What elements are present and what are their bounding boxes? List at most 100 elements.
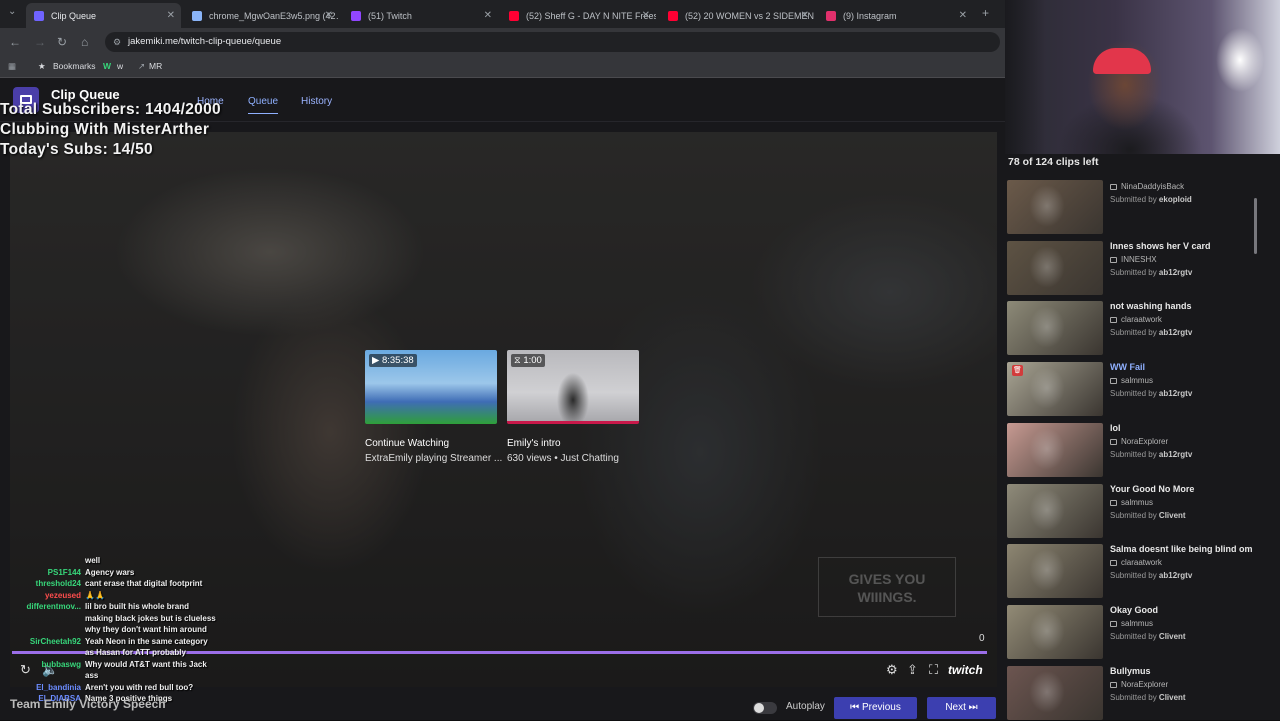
bookmark-mr[interactable]: MR [149,61,162,71]
bookmark-w[interactable]: w [117,61,123,71]
clip-title: lol [1110,422,1121,433]
queue-clip[interactable]: Salma doesnt like being blind om claraatw… [1007,544,1277,599]
home-icon[interactable]: ⌂ [81,35,88,49]
stream-overlay-stats: Total Subscribers: 1404/2000 Clubbing Wi… [0,100,221,160]
nav-history[interactable]: History [301,96,332,107]
overlay-total-subs: Total Subscribers: 1404/2000 [0,101,221,118]
next-button[interactable]: Next ⏭ [927,697,996,719]
clip-thumbnail [1007,240,1103,295]
chat-message: yezeused 🙏🙏 [2,590,217,602]
channel-icon [1110,560,1117,567]
twitch-favicon-icon [351,10,361,21]
clip-title: Innes shows her V card [1110,240,1211,251]
clip-thumbnail [1007,422,1103,477]
clip-thumbnail [1007,544,1103,599]
queue-clip[interactable]: NinaDaddyisBack Submitted by ekoploid [1007,180,1277,235]
chat-username[interactable]: SirCheetah92 [2,636,85,659]
webcam-feed [1005,0,1280,154]
player-time: 0 [979,633,985,644]
reload-icon[interactable]: ↻ [57,35,67,49]
queue-clip[interactable]: Okay Good salmmus Submitted by Clivent [1007,604,1277,660]
chat-username[interactable] [2,555,85,567]
clip-submitter: Submitted by Clivent [1110,631,1186,641]
queue-clip[interactable]: lol NoraExplorer Submitted by ab12rgtv [1007,422,1277,478]
chat-text: Agency wars [85,567,135,577]
previous-button[interactable]: ⏮ Previous [834,697,917,719]
autoplay-label: Autoplay [786,701,825,712]
close-tab-icon[interactable]: ✕ [959,10,967,21]
suggestion-continue-watching[interactable]: ▶ 8:35:38 Continue Watching ExtraEmily p… [365,350,502,464]
forward-icon[interactable]: → [34,35,46,49]
queue-clip[interactable]: 🗑 WW Fail salmmus Submitted by ab12rgtv [1007,362,1277,417]
chat-message: SirCheetah92 Yeah Neon in the same catego… [2,636,217,659]
clip-submitter: Submitted by ab12rgtv [1110,449,1193,459]
channel-icon [1110,620,1117,627]
clip-channel: claraatwork [1110,315,1162,324]
new-tab-icon[interactable]: + [982,6,989,20]
tab-clip-queue[interactable]: Clip Queue ✕ [26,3,181,28]
site-info-icon[interactable]: ⚙ [113,32,121,52]
back-icon[interactable]: ← [9,35,21,49]
tab-chrome-png[interactable]: chrome_MgwOanE3w5.png (42… ✕ [184,3,339,28]
chat-username[interactable]: El_bandinia [2,682,85,694]
instagram-favicon-icon [826,10,836,21]
tab-youtube-sidemen[interactable]: (52) 20 WOMEN vs 2 SIDEMEN… ✕ [660,3,815,28]
queue-clip[interactable]: Your Good No More salmmus Submitted by Cli… [1007,483,1277,539]
channel-icon [1110,438,1117,445]
close-tab-icon[interactable]: ✕ [801,10,809,21]
queue-clip[interactable]: Bullymus NoraExplorer Submitted by Clivent [1007,665,1277,721]
close-tab-icon[interactable]: ✕ [325,10,333,21]
clip-submitter: Submitted by ab12rgtv [1110,571,1193,581]
queue-clip[interactable]: Innes shows her V card INNESHX Submitted b… [1007,240,1277,296]
chat-username[interactable]: PS1F144 [2,567,85,579]
channel-icon [1110,499,1117,506]
chat-message: threshold24 cant erase that digital footp… [2,578,217,590]
tab-label: (9) Instagram [843,10,897,21]
tab-twitch[interactable]: (51) Twitch ✕ [343,3,498,28]
url-input[interactable]: ⚙ jakemiki.me/twitch-clip-queue/queue [105,32,1000,52]
bookmark-w-icon: W [103,61,112,71]
apps-grid-icon[interactable]: ▦ [8,61,16,72]
chat-username[interactable]: differentmov... [2,601,85,636]
suggestion-subtitle: 630 views • Just Chatting [507,453,619,464]
team-banner: Team Emily Victory Speech [10,697,166,711]
suggestion-duration: ⧖ 1:00 [511,354,545,367]
suggestion-title: Emily's intro [507,438,561,449]
tab-instagram[interactable]: (9) Instagram ✕ [818,3,973,28]
clip-thumbnail [1007,604,1103,659]
clip-submitter: Submitted by ab12rgtv [1110,389,1193,399]
close-tab-icon[interactable]: ✕ [167,10,175,21]
chat-username[interactable]: threshold24 [2,578,85,590]
watermark-line2: WIIINGS. [857,589,917,605]
chat-username[interactable]: bubbaswg [2,659,85,682]
autoplay-toggle[interactable] [753,702,777,714]
clip-channel: claraatwork [1110,558,1162,567]
channel-icon [1110,317,1117,324]
clip-channel: INNESHX [1110,255,1157,264]
close-tab-icon[interactable]: ✕ [484,10,492,21]
bookmarks-folder[interactable]: Bookmarks [53,61,96,71]
twitch-logo[interactable]: twitch [948,663,983,677]
chat-text: Aren't you with red bull too? [85,682,194,692]
suggestion-emilys-intro[interactable]: ⧖ 1:00 Emily's intro 630 views • Just Ch… [507,350,639,464]
close-tab-icon[interactable]: ✕ [642,10,650,21]
chat-message: El_bandinia Aren't you with red bull too? [2,682,217,694]
image-favicon-icon [192,10,202,21]
tab-search-icon[interactable]: ⌄ [8,6,16,17]
youtube-favicon-icon [668,10,678,21]
settings-icon[interactable]: ⚙ [886,662,898,678]
tab-youtube-sheff[interactable]: (52) Sheff G - DAY N NITE Freest… ✕ [501,3,656,28]
fullscreen-icon[interactable]: ⛶ [929,662,938,678]
clip-thumbnail [1007,180,1103,234]
overlay-today-subs: Today's Subs: 14/50 [0,141,153,158]
channel-icon [1110,184,1117,190]
channel-icon [1110,256,1117,263]
delete-clip-icon[interactable]: 🗑 [1012,365,1023,377]
suggestion-duration: ▶ 8:35:38 [369,354,417,367]
queue-clip[interactable]: not washing hands claraatwork Submitted by… [1007,301,1277,356]
clip-submitter: Submitted by Clivent [1110,510,1186,520]
nav-queue[interactable]: Queue [248,96,279,114]
chat-username[interactable]: yezeused [2,590,85,602]
chat-text: lil bro built his whole brand making bla… [85,602,216,634]
share-icon[interactable]: ⇪ [907,662,918,678]
